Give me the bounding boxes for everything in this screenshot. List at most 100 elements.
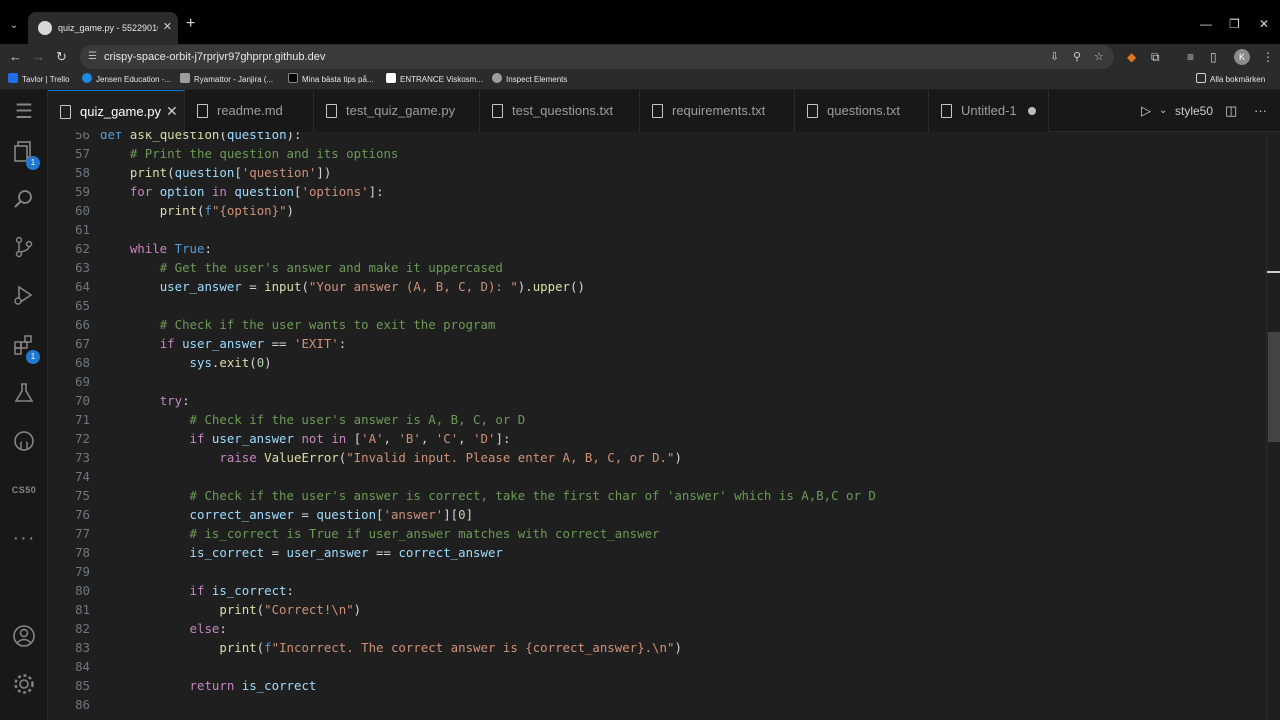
- all-bookmarks[interactable]: Alla bokmärken: [1196, 73, 1265, 87]
- bookmark-item[interactable]: Inspect Elements: [492, 73, 567, 87]
- code-text[interactable]: # Get the user's answer and make it uppe…: [100, 258, 503, 277]
- bookmark-item[interactable]: Mina bästa tips på...: [288, 73, 374, 87]
- tab-search-icon[interactable]: ⌄: [6, 18, 22, 34]
- code-line[interactable]: 66 # Check if the user wants to exit the…: [48, 315, 1266, 334]
- maximize-icon[interactable]: ❐: [1229, 17, 1240, 31]
- code-line[interactable]: 81 print("Correct!\n"): [48, 600, 1266, 619]
- code-text[interactable]: # Print the question and its options: [100, 144, 399, 163]
- code-line[interactable]: 63 # Get the user's answer and make it u…: [48, 258, 1266, 277]
- code-text[interactable]: # Check if the user's answer is correct,…: [100, 486, 876, 505]
- code-text[interactable]: is_correct = user_answer == correct_answ…: [100, 543, 503, 562]
- code-line[interactable]: 84: [48, 657, 1266, 676]
- code-line[interactable]: 56 def ask_question(question):: [48, 132, 1266, 144]
- code-line[interactable]: 77 # is_correct is True if user_answer m…: [48, 524, 1266, 543]
- cs50-icon[interactable]: CS50: [0, 470, 48, 510]
- scrollbar-thumb[interactable]: [1268, 332, 1280, 442]
- code-line[interactable]: 79: [48, 562, 1266, 581]
- code-line[interactable]: 82 else:: [48, 619, 1266, 638]
- code-text[interactable]: # Check if the user's answer is A, B, C,…: [100, 410, 526, 429]
- code-text[interactable]: print(f"Incorrect. The correct answer is…: [100, 638, 682, 657]
- close-tab-icon[interactable]: ✕: [166, 103, 178, 119]
- code-line[interactable]: 64 user_answer = input("Your answer (A, …: [48, 277, 1266, 296]
- side-panel-icon[interactable]: ▯: [1210, 49, 1217, 65]
- url-text[interactable]: crispy-space-orbit-j7rprjvr97ghprpr.gith…: [104, 50, 325, 64]
- run-icon[interactable]: ▷: [1141, 103, 1151, 119]
- menu-icon[interactable]: ☰: [0, 92, 48, 132]
- code-line[interactable]: 61: [48, 220, 1266, 239]
- code-text[interactable]: def ask_question(question):: [100, 132, 301, 144]
- install-app-icon[interactable]: ⇩: [1050, 50, 1059, 64]
- explorer-icon[interactable]: 1: [0, 132, 48, 172]
- bookmark-item[interactable]: Jensen Education -...: [82, 73, 171, 87]
- tab-readme-md[interactable]: readme.md: [185, 90, 314, 132]
- extensions-icon[interactable]: 1: [0, 326, 48, 366]
- zoom-icon[interactable]: ⚲: [1073, 50, 1081, 64]
- code-editor[interactable]: 56 def ask_question(question): 57 # Print …: [48, 132, 1266, 720]
- code-text[interactable]: raise ValueError("Invalid input. Please …: [100, 448, 682, 467]
- code-line[interactable]: 62 while True:: [48, 239, 1266, 258]
- tab-quiz-game-py[interactable]: quiz_game.py ✕: [48, 90, 185, 132]
- code-line[interactable]: 71 # Check if the user's answer is A, B,…: [48, 410, 1266, 429]
- code-text[interactable]: # Check if the user wants to exit the pr…: [100, 315, 496, 334]
- code-line[interactable]: 59 for option in question['options']:: [48, 182, 1266, 201]
- code-text[interactable]: if is_correct:: [100, 581, 294, 600]
- tab-untitled-1[interactable]: Untitled-1: [929, 90, 1049, 132]
- run-debug-icon[interactable]: [0, 276, 48, 316]
- code-text[interactable]: if user_answer not in ['A', 'B', 'C', 'D…: [100, 429, 511, 448]
- close-tab-icon[interactable]: ✕: [163, 20, 172, 34]
- address-bar[interactable]: ☰ crispy-space-orbit-j7rprjvr97ghprpr.gi…: [80, 45, 1114, 69]
- tab-test-quiz-game-py[interactable]: test_quiz_game.py: [314, 90, 480, 132]
- code-line[interactable]: 76 correct_answer = question['answer'][0…: [48, 505, 1266, 524]
- unsaved-dot-icon[interactable]: [1028, 107, 1036, 115]
- extensions-icon[interactable]: ⧉: [1151, 49, 1160, 65]
- reading-list-icon[interactable]: ≡: [1187, 49, 1194, 65]
- code-text[interactable]: # is_correct is True if user_answer matc…: [100, 524, 660, 543]
- code-text[interactable]: return is_correct: [100, 676, 317, 695]
- code-line[interactable]: 69: [48, 372, 1266, 391]
- profile-avatar[interactable]: K: [1234, 49, 1250, 65]
- code-line[interactable]: 74: [48, 467, 1266, 486]
- new-tab-icon[interactable]: +: [186, 16, 195, 32]
- code-text[interactable]: if user_answer == 'EXIT':: [100, 334, 347, 353]
- code-line[interactable]: 68 sys.exit(0): [48, 353, 1266, 372]
- code-line[interactable]: 83 print(f"Incorrect. The correct answer…: [48, 638, 1266, 657]
- code-line[interactable]: 78 is_correct = user_answer == correct_a…: [48, 543, 1266, 562]
- code-text[interactable]: while True:: [100, 239, 212, 258]
- tab-requirements-txt[interactable]: requirements.txt: [640, 90, 795, 132]
- code-line[interactable]: 75 # Check if the user's answer is corre…: [48, 486, 1266, 505]
- tab-test-questions-txt[interactable]: test_questions.txt: [480, 90, 640, 132]
- code-line[interactable]: 70 try:: [48, 391, 1266, 410]
- testing-flask-icon[interactable]: [0, 374, 48, 414]
- bookmark-item[interactable]: Ryamattor - Janjira (...: [180, 73, 273, 87]
- back-icon[interactable]: ←: [9, 49, 22, 65]
- site-info-icon[interactable]: ☰: [88, 51, 100, 63]
- code-text[interactable]: else:: [100, 619, 227, 638]
- code-line[interactable]: 58 print(question['question']): [48, 163, 1266, 182]
- bookmark-item[interactable]: Tavlor | Trello: [8, 73, 69, 87]
- code-line[interactable]: 86: [48, 695, 1266, 714]
- run-dropdown-chevron-icon[interactable]: ⌄: [1159, 103, 1167, 119]
- code-line[interactable]: 85 return is_correct: [48, 676, 1266, 695]
- search-icon[interactable]: [0, 180, 48, 220]
- source-control-icon[interactable]: [0, 228, 48, 268]
- code-line[interactable]: 65: [48, 296, 1266, 315]
- more-actions-icon[interactable]: ···: [1254, 103, 1267, 119]
- style50-button[interactable]: style50: [1175, 103, 1213, 119]
- code-text[interactable]: try:: [100, 391, 190, 410]
- browser-tab[interactable]: quiz_game.py - 55229010 [Code ✕: [28, 12, 178, 44]
- code-line[interactable]: 73 raise ValueError("Invalid input. Plea…: [48, 448, 1266, 467]
- code-text[interactable]: sys.exit(0): [100, 353, 272, 372]
- code-line[interactable]: 60 print(f"{option}"): [48, 201, 1266, 220]
- code-line[interactable]: 72 if user_answer not in ['A', 'B', 'C',…: [48, 429, 1266, 448]
- code-text[interactable]: for option in question['options']:: [100, 182, 384, 201]
- settings-gear-icon[interactable]: [0, 664, 48, 704]
- code-text[interactable]: user_answer = input("Your answer (A, B, …: [100, 277, 585, 296]
- code-line[interactable]: 80 if is_correct:: [48, 581, 1266, 600]
- code-text[interactable]: print("Correct!\n"): [100, 600, 361, 619]
- browser-menu-icon[interactable]: ⋮: [1262, 49, 1274, 65]
- bookmark-item[interactable]: ENTRANCE Viskosm...: [386, 73, 483, 87]
- editor-scrollbar[interactable]: [1266, 132, 1280, 720]
- split-editor-icon[interactable]: ◫: [1225, 103, 1237, 119]
- code-line[interactable]: 57 # Print the question and its options: [48, 144, 1266, 163]
- code-text[interactable]: print(question['question']): [100, 163, 331, 182]
